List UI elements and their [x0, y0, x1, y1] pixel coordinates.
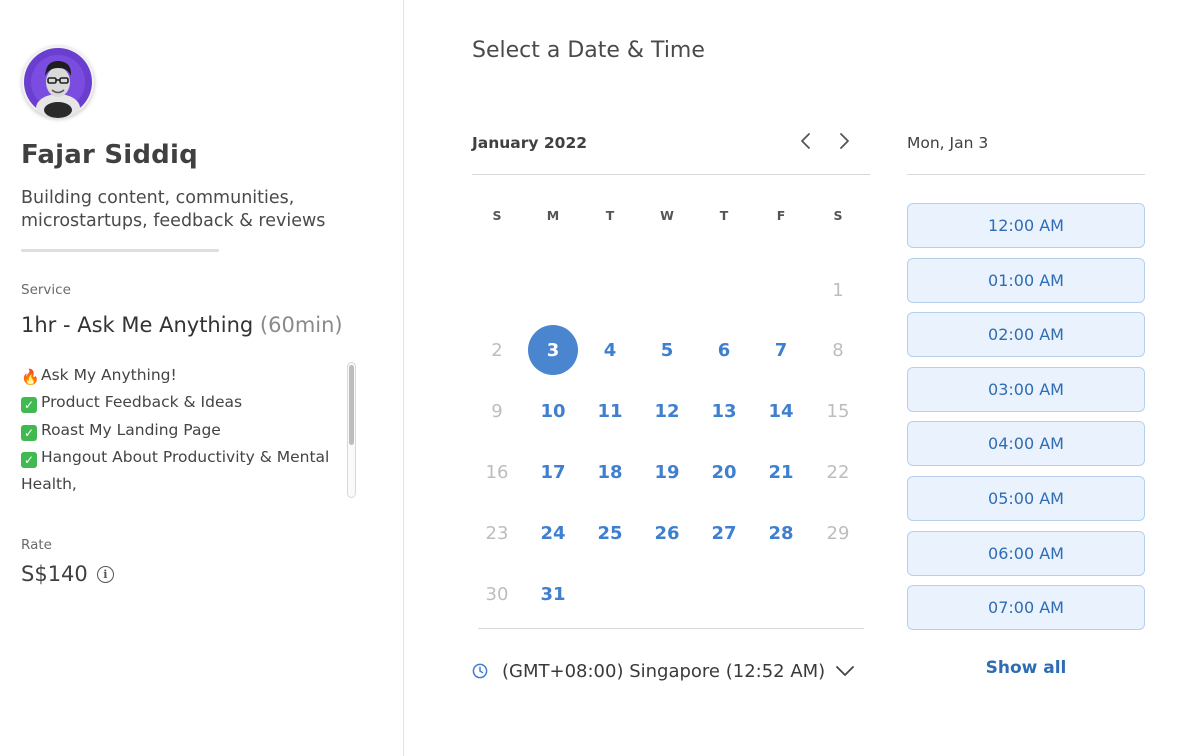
page-title: Select a Date & Time	[472, 38, 705, 63]
calendar-day-selected[interactable]: 3	[528, 325, 578, 375]
calendar-day[interactable]: 21	[756, 447, 806, 497]
host-info-panel: Fajar Siddiq Building content, communiti…	[0, 0, 404, 756]
month-label: January 2022	[472, 134, 588, 152]
calendar-day[interactable]: 11	[585, 386, 635, 436]
calendar-day[interactable]: 7	[756, 325, 806, 375]
host-name: Fajar Siddiq	[21, 140, 198, 170]
service-description[interactable]: 🔥Ask My Anything! ✓ Product Feedback & Id…	[21, 362, 341, 498]
time-slot-button[interactable]: 06:00 AM	[907, 530, 1145, 576]
calendar-day[interactable]: 24	[528, 508, 578, 558]
calendar-day: 22	[826, 461, 850, 483]
calendar-day: 23	[485, 522, 509, 544]
calendar-day[interactable]: 18	[585, 447, 635, 497]
calendar-day: 2	[491, 339, 503, 361]
weekday-header: S	[833, 208, 843, 223]
calendar-day[interactable]: 12	[642, 386, 692, 436]
calendar-day[interactable]: 13	[699, 386, 749, 436]
avatar-photo-icon	[24, 48, 92, 118]
time-slot-button[interactable]: 12:00 AM	[907, 203, 1145, 248]
timezone-select[interactable]: (GMT+08:00) Singapore (12:52 AM)	[472, 655, 864, 687]
check-icon: ✓	[21, 397, 37, 414]
calendar-day: 9	[491, 400, 503, 422]
calendar-day[interactable]: 4	[585, 325, 635, 375]
info-icon[interactable]: i	[96, 565, 114, 583]
service-title: 1hr - Ask Me Anything (60min)	[21, 313, 343, 337]
calendar-day: 16	[485, 461, 509, 483]
calendar-day[interactable]: 19	[642, 447, 692, 497]
timezone-label: (GMT+08:00) Singapore (12:52 AM)	[502, 660, 826, 682]
selected-date-label: Mon, Jan 3	[907, 134, 989, 152]
scrollbar-thumb[interactable]	[349, 365, 354, 445]
check-icon: ✓	[21, 424, 37, 441]
calendar-day[interactable]: 27	[699, 508, 749, 558]
calendar-day[interactable]: 31	[528, 569, 578, 619]
calendar-day[interactable]: 26	[642, 508, 692, 558]
show-all-button[interactable]: Show all	[907, 658, 1145, 678]
description-scrollbar[interactable]	[347, 362, 356, 498]
time-slot-button[interactable]: 03:00 AM	[907, 366, 1145, 412]
weekday-header: S	[492, 208, 502, 223]
service-label: Service	[21, 282, 71, 298]
chevron-down-icon	[836, 666, 854, 676]
calendar-day[interactable]: 6	[699, 325, 749, 375]
time-slot-button[interactable]: 04:00 AM	[907, 421, 1145, 467]
check-icon: ✓	[21, 451, 37, 468]
rate-value: S$140	[21, 562, 88, 586]
next-month-button[interactable]	[832, 129, 856, 153]
rate: S$140 i	[21, 562, 114, 586]
profile-divider	[21, 249, 219, 252]
calendar-day[interactable]: 20	[699, 447, 749, 497]
description-line: 🔥Ask My Anything!	[21, 366, 177, 386]
service-duration: (60min)	[259, 313, 343, 337]
weekday-header: T	[719, 208, 729, 223]
weekday-header: T	[605, 208, 615, 223]
slots-header-divider	[907, 174, 1145, 175]
calendar-day[interactable]: 5	[642, 325, 692, 375]
calendar-day: 1	[832, 279, 844, 301]
service-name: 1hr - Ask Me Anything	[21, 313, 254, 337]
calendar-day: 8	[832, 339, 844, 361]
calendar-header-divider	[472, 174, 870, 175]
chevron-right-icon	[840, 133, 849, 149]
time-slot-button[interactable]: 02:00 AM	[907, 312, 1145, 358]
calendar-day: 30	[485, 583, 509, 605]
time-slot-button[interactable]: 07:00 AM	[907, 585, 1145, 631]
description-line: ✓ Hangout About Productivity & Mental Hea…	[21, 447, 330, 494]
time-slot-button[interactable]: 01:00 AM	[907, 257, 1145, 303]
clock-icon	[472, 663, 488, 679]
calendar-day[interactable]: 17	[528, 447, 578, 497]
calendar-day[interactable]: 10	[528, 386, 578, 436]
description-line: ✓ Product Feedback & Ideas	[21, 389, 341, 416]
calendar-day[interactable]: 25	[585, 508, 635, 558]
calendar-day: 15	[826, 400, 850, 422]
host-bio: Building content, communities, microstar…	[21, 188, 326, 231]
chevron-left-icon	[801, 133, 810, 149]
prev-month-button[interactable]	[794, 129, 818, 153]
avatar	[22, 46, 94, 118]
rate-label: Rate	[21, 537, 52, 553]
time-slot-button[interactable]: 05:00 AM	[907, 476, 1145, 521]
calendar-day: 29	[826, 522, 850, 544]
calendar-footer-divider	[478, 628, 864, 629]
calendar-day[interactable]: 14	[756, 386, 806, 436]
weekday-header: F	[776, 208, 786, 223]
weekday-header: W	[660, 208, 674, 223]
weekday-header: M	[546, 208, 560, 223]
description-line: ✓ Roast My Landing Page	[21, 417, 341, 444]
fire-icon: 🔥	[21, 368, 40, 386]
calendar-day[interactable]: 28	[756, 508, 806, 558]
